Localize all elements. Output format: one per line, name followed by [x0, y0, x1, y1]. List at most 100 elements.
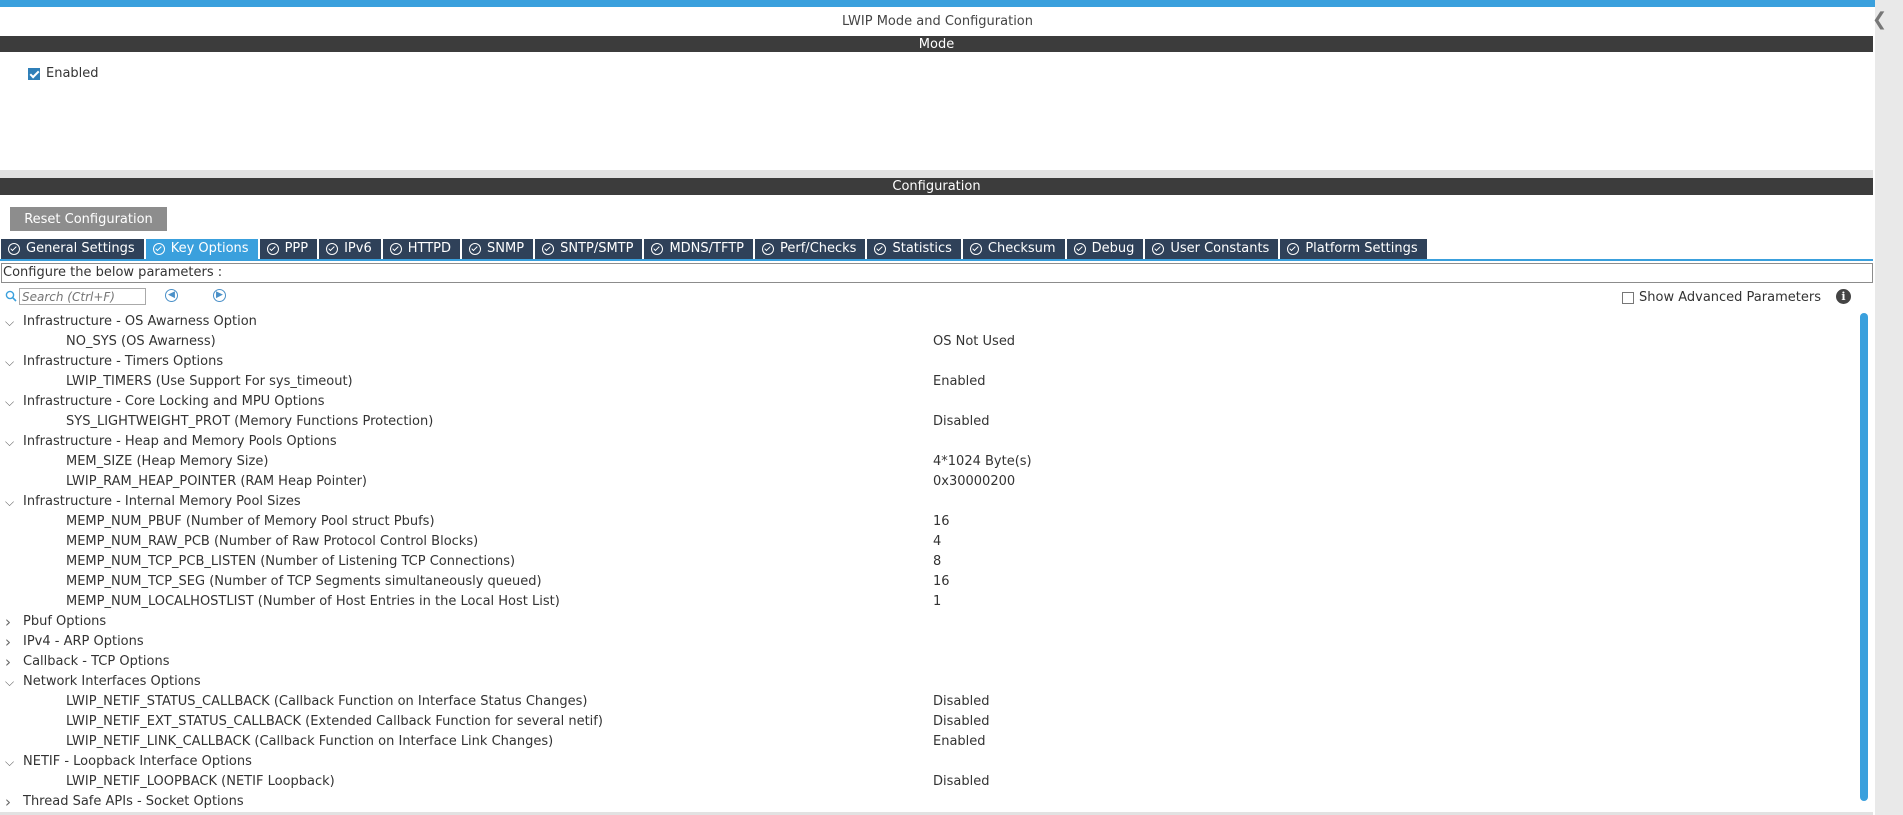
tab-snmp[interactable]: SNMP [462, 239, 534, 259]
tree-group[interactable]: ⌵ Network Interfaces Options [0, 672, 1860, 692]
tab-ipv6[interactable]: IPv6 [319, 239, 381, 259]
param-label: SYS_LIGHTWEIGHT_PROT (Memory Functions P… [66, 414, 434, 429]
show-advanced-toggle[interactable]: Show Advanced Parameters [1622, 290, 1821, 305]
param-label: MEMP_NUM_RAW_PCB (Number of Raw Protocol… [66, 534, 479, 549]
param-value[interactable]: 4*1024 Byte(s) [933, 452, 1032, 472]
check-circle-icon [389, 243, 402, 255]
check-circle-icon [651, 243, 664, 255]
tab-ppp[interactable]: PPP [259, 239, 318, 259]
param-value[interactable]: Enabled [933, 732, 986, 752]
window-title: LWIP Mode and Configuration [0, 7, 1875, 37]
tree-param-row[interactable]: MEMP_NUM_TCP_SEG (Number of TCP Segments… [0, 572, 1860, 592]
scrollbar-thumb[interactable] [1860, 313, 1868, 801]
tree-param-row[interactable]: LWIP_RAM_HEAP_POINTER (RAM Heap Pointer)… [0, 472, 1860, 492]
tree-param-row[interactable]: LWIP_NETIF_STATUS_CALLBACK (Callback Fun… [0, 692, 1860, 712]
check-circle-icon [152, 243, 165, 255]
search-input[interactable] [19, 288, 146, 305]
tab-label: PPP [284, 241, 309, 256]
tree-group[interactable]: ⌵ NETIF - Loopback Interface Options [0, 752, 1860, 772]
arrow-right-circle-icon[interactable]: ▶ [213, 289, 226, 302]
collapse-panel-icon[interactable]: ❮ [1872, 10, 1892, 30]
show-advanced-label: Show Advanced Parameters [1639, 290, 1821, 305]
param-value[interactable]: 4 [933, 532, 941, 552]
chevron-right-icon[interactable]: › [5, 652, 19, 672]
param-value[interactable]: Disabled [933, 712, 989, 732]
check-circle-icon [266, 243, 279, 255]
param-value[interactable]: 1 [933, 592, 941, 612]
tree-param-row[interactable]: MEMP_NUM_TCP_PCB_LISTEN (Number of Liste… [0, 552, 1860, 572]
tree-param-row[interactable]: LWIP_NETIF_LINK_CALLBACK (Callback Funct… [0, 732, 1860, 752]
chevron-down-icon[interactable]: ⌵ [5, 492, 19, 512]
chevron-down-icon[interactable]: ⌵ [5, 352, 19, 372]
tab-label: SNMP [487, 241, 525, 256]
param-value[interactable]: 16 [933, 512, 950, 532]
tab-sntp-smtp[interactable]: SNTP/SMTP [535, 239, 643, 259]
tree-group[interactable]: ⌵ Infrastructure - Timers Options [0, 352, 1860, 372]
tree-group[interactable]: ⌵ Infrastructure - OS Awarness Option [0, 312, 1860, 332]
check-circle-icon [874, 243, 887, 255]
chevron-right-icon[interactable]: › [5, 792, 19, 812]
tree-group[interactable]: ⌵ Infrastructure - Core Locking and MPU O… [0, 392, 1860, 412]
tab-mdns-tftp[interactable]: MDNS/TFTP [644, 239, 754, 259]
param-value[interactable]: 0x30000200 [933, 472, 1015, 492]
param-value[interactable]: Disabled [933, 772, 989, 792]
tree-group[interactable]: ⌵ Infrastructure - Heap and Memory Pools … [0, 432, 1860, 452]
param-label: LWIP_NETIF_LINK_CALLBACK (Callback Funct… [66, 734, 554, 749]
chevron-down-icon[interactable]: ⌵ [5, 432, 19, 452]
tree-group[interactable]: › Thread Safe APIs - Socket Options [0, 792, 1860, 812]
tab-platform-settings[interactable]: Platform Settings [1280, 239, 1427, 259]
tab-user-constants[interactable]: User Constants [1145, 239, 1279, 259]
show-advanced-checkbox[interactable] [1622, 291, 1634, 304]
tree-param-row[interactable]: MEM_SIZE (Heap Memory Size) 4*1024 Byte(s… [0, 452, 1860, 472]
tab-debug[interactable]: Debug [1066, 239, 1144, 259]
tree-group[interactable]: › Callback - TCP Options [0, 652, 1860, 672]
check-circle-icon [542, 243, 555, 255]
configuration-header: Configuration [0, 178, 1873, 195]
tree-param-row[interactable]: MEMP_NUM_RAW_PCB (Number of Raw Protocol… [0, 532, 1860, 552]
param-value[interactable]: 16 [933, 572, 950, 592]
tree-param-row[interactable]: LWIP_TIMERS (Use Support For sys_timeout… [0, 372, 1860, 392]
param-value[interactable]: Disabled [933, 412, 989, 432]
tree-param-row[interactable]: SYS_LIGHTWEIGHT_PROT (Memory Functions P… [0, 412, 1860, 432]
tree-group[interactable]: › Pbuf Options [0, 612, 1860, 632]
tab-checksum[interactable]: Checksum [962, 239, 1065, 259]
tab-key-options[interactable]: Key Options [145, 239, 258, 259]
tab-perf-checks[interactable]: Perf/Checks [755, 239, 866, 259]
mode-area [0, 52, 1873, 170]
chevron-down-icon[interactable]: ⌵ [5, 672, 19, 692]
tree-group-label: Infrastructure - Internal Memory Pool Si… [23, 494, 301, 509]
tab-label: SNTP/SMTP [560, 241, 634, 256]
chevron-down-icon[interactable]: ⌵ [5, 752, 19, 772]
chevron-down-icon[interactable]: ⌵ [5, 392, 19, 412]
tree-group[interactable]: ⌵ Infrastructure - Internal Memory Pool S… [0, 492, 1860, 512]
tree-group-label: Thread Safe APIs - Socket Options [23, 794, 244, 809]
splitter[interactable] [0, 170, 1873, 178]
param-value[interactable]: OS Not Used [933, 332, 1015, 352]
tab-general-settings[interactable]: General Settings [1, 239, 144, 259]
tree-param-row[interactable]: LWIP_NETIF_LOOPBACK (NETIF Loopback) Disa… [0, 772, 1860, 792]
param-label: LWIP_TIMERS (Use Support For sys_timeout… [66, 374, 353, 389]
tab-httpd[interactable]: HTTPD [382, 239, 461, 259]
info-icon[interactable]: i [1836, 289, 1851, 304]
param-value[interactable]: 8 [933, 552, 941, 572]
param-value[interactable]: Enabled [933, 372, 986, 392]
top-accent-bar [0, 0, 1903, 7]
check-circle-icon [1287, 243, 1300, 255]
arrow-left-circle-icon[interactable]: ◀ [165, 289, 178, 302]
tree-group[interactable]: › IPv4 - ARP Options [0, 632, 1860, 652]
param-label: LWIP_NETIF_EXT_STATUS_CALLBACK (Extended… [66, 714, 603, 729]
reset-configuration-button[interactable]: Reset Configuration [10, 207, 167, 231]
tree-param-row[interactable]: MEMP_NUM_PBUF (Number of Memory Pool str… [0, 512, 1860, 532]
tab-label: General Settings [26, 241, 135, 256]
tree-param-row[interactable]: MEMP_NUM_LOCALHOSTLIST (Number of Host E… [0, 592, 1860, 612]
param-value[interactable]: Disabled [933, 692, 989, 712]
tab-statistics[interactable]: Statistics [867, 239, 961, 259]
tree-param-row[interactable]: NO_SYS (OS Awarness) OS Not Used [0, 332, 1860, 352]
tree-param-row[interactable]: LWIP_NETIF_EXT_STATUS_CALLBACK (Extended… [0, 712, 1860, 732]
chevron-right-icon[interactable]: › [5, 632, 19, 652]
chevron-down-icon[interactable]: ⌵ [5, 312, 19, 332]
enabled-checkbox[interactable] [28, 67, 40, 80]
chevron-right-icon[interactable]: › [5, 612, 19, 632]
param-label: MEMP_NUM_LOCALHOSTLIST (Number of Host E… [66, 594, 560, 609]
mode-enabled-row[interactable]: Enabled [28, 66, 99, 81]
